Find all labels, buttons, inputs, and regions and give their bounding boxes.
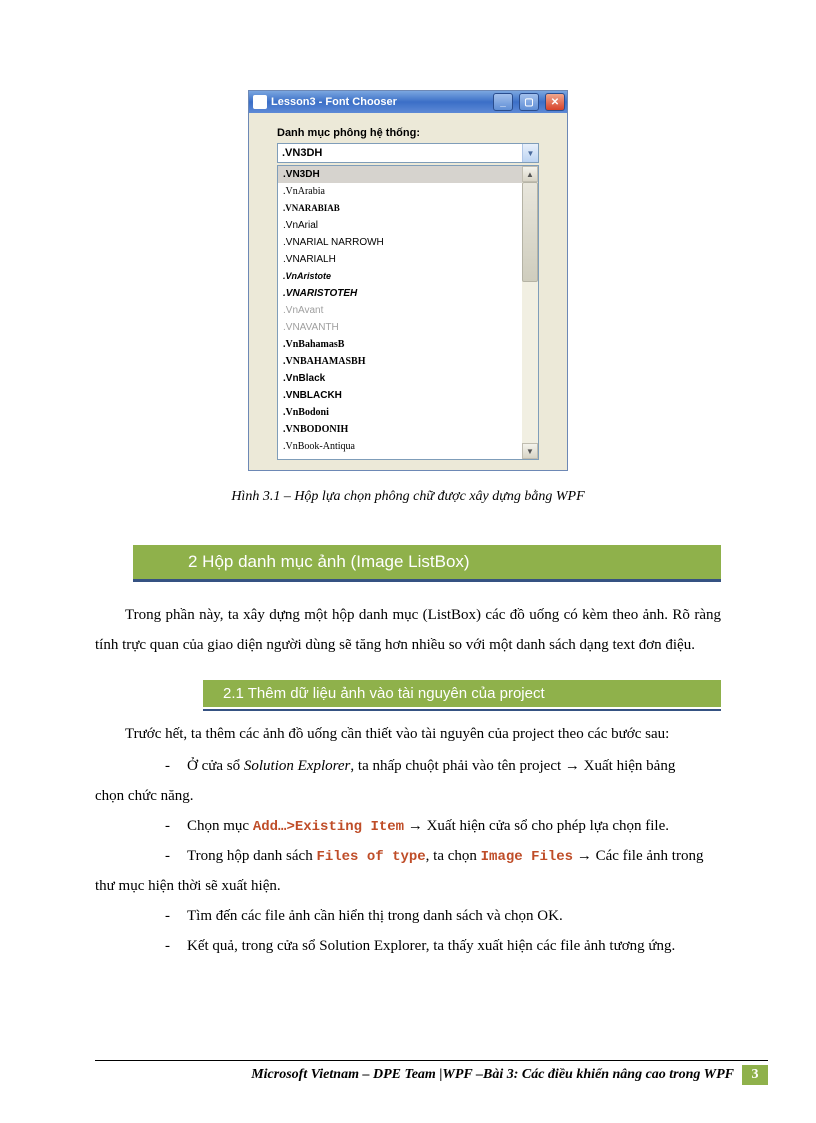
minimize-button[interactable]: _ bbox=[493, 93, 513, 111]
list-item[interactable]: .VNAVANTH bbox=[278, 319, 522, 336]
list-item[interactable]: .VnBodoni bbox=[278, 404, 522, 421]
list-item[interactable]: .VN3DH bbox=[278, 166, 522, 183]
step-3-cont: thư mục hiện thời sẽ xuất hiện. bbox=[95, 871, 721, 901]
section-heading-2-1: 2.1 Thêm dữ liệu ảnh vào tài nguyên của … bbox=[203, 680, 721, 707]
font-listbox[interactable]: .VN3DH .VnArabia .VNARABIAB .VnArial .VN… bbox=[277, 165, 539, 460]
list-item[interactable]: .VNARABIAB bbox=[278, 200, 522, 217]
section2-paragraph: Trong phần này, ta xây dựng một hộp danh… bbox=[95, 600, 721, 660]
intro-line: Trước hết, ta thêm các ảnh đồ uống cần t… bbox=[95, 719, 721, 749]
list-item[interactable]: .VnArabia bbox=[278, 183, 522, 200]
step-3: Trong hộp danh sách Files of type, ta ch… bbox=[165, 841, 721, 871]
arrow-icon: → bbox=[408, 817, 423, 834]
font-chooser-dialog: Lesson3 - Font Chooser _ ▢ ✕ Danh mục ph… bbox=[248, 90, 568, 471]
window-title: Lesson3 - Font Chooser bbox=[271, 96, 487, 108]
scrollbar[interactable]: ▲ ▼ bbox=[522, 166, 538, 459]
maximize-button[interactable]: ▢ bbox=[519, 93, 539, 111]
scroll-thumb[interactable] bbox=[522, 182, 538, 282]
scroll-up-icon[interactable]: ▲ bbox=[522, 166, 538, 182]
list-item[interactable]: .VNBOOK-ANTIQUAH bbox=[278, 455, 522, 459]
close-button[interactable]: ✕ bbox=[545, 93, 565, 111]
list-item[interactable]: .VnAvant bbox=[278, 302, 522, 319]
list-item[interactable]: .VnBahamasB bbox=[278, 336, 522, 353]
scroll-down-icon[interactable]: ▼ bbox=[522, 443, 538, 459]
footer-text: Microsoft Vietnam – DPE Team |WPF –Bài 3… bbox=[251, 1067, 734, 1083]
section-heading-2: 2 Hộp danh mục ảnh (Image ListBox) bbox=[133, 545, 721, 582]
step-1: Ở cửa sổ Solution Explorer, ta nhấp chuộ… bbox=[165, 751, 721, 781]
list-item[interactable]: .VnArial bbox=[278, 217, 522, 234]
list-item[interactable]: .VnBlack bbox=[278, 370, 522, 387]
list-item[interactable]: .VNARIALH bbox=[278, 251, 522, 268]
page-number: 3 bbox=[742, 1065, 768, 1085]
list-item[interactable]: .VNBLACKH bbox=[278, 387, 522, 404]
list-item[interactable]: .VNARISTOTEH bbox=[278, 285, 522, 302]
app-icon bbox=[253, 95, 267, 109]
chevron-down-icon[interactable]: ▼ bbox=[522, 144, 538, 162]
step-2: Chọn mục Add…>Existing Item → Xuất hiện … bbox=[165, 811, 721, 841]
list-item[interactable]: .VnBook-Antiqua bbox=[278, 438, 522, 455]
combo-label: Danh mục phông hệ thống: bbox=[277, 127, 539, 139]
font-combo[interactable]: .VN3DH ▼ bbox=[277, 143, 539, 163]
list-item[interactable]: .VNBAHAMASBH bbox=[278, 353, 522, 370]
list-item[interactable]: .VNBODONIH bbox=[278, 421, 522, 438]
step-5: Kết quả, trong cửa sổ Solution Explorer,… bbox=[165, 931, 721, 961]
step-1-cont: chọn chức năng. bbox=[95, 781, 721, 811]
figure-caption: Hình 3.1 – Hộp lựa chọn phông chữ được x… bbox=[95, 489, 721, 505]
step-4: Tìm đến các file ảnh cần hiển thị trong … bbox=[165, 901, 721, 931]
arrow-icon: → bbox=[577, 847, 592, 864]
list-item[interactable]: .VNARIAL NARROWH bbox=[278, 234, 522, 251]
combo-value: .VN3DH bbox=[278, 147, 522, 159]
list-item[interactable]: .VnAristote bbox=[278, 268, 522, 285]
arrow-icon: → bbox=[565, 757, 580, 774]
heading-underline bbox=[203, 709, 721, 711]
page-footer: Microsoft Vietnam – DPE Team |WPF –Bài 3… bbox=[95, 1060, 768, 1085]
titlebar: Lesson3 - Font Chooser _ ▢ ✕ bbox=[249, 91, 567, 113]
